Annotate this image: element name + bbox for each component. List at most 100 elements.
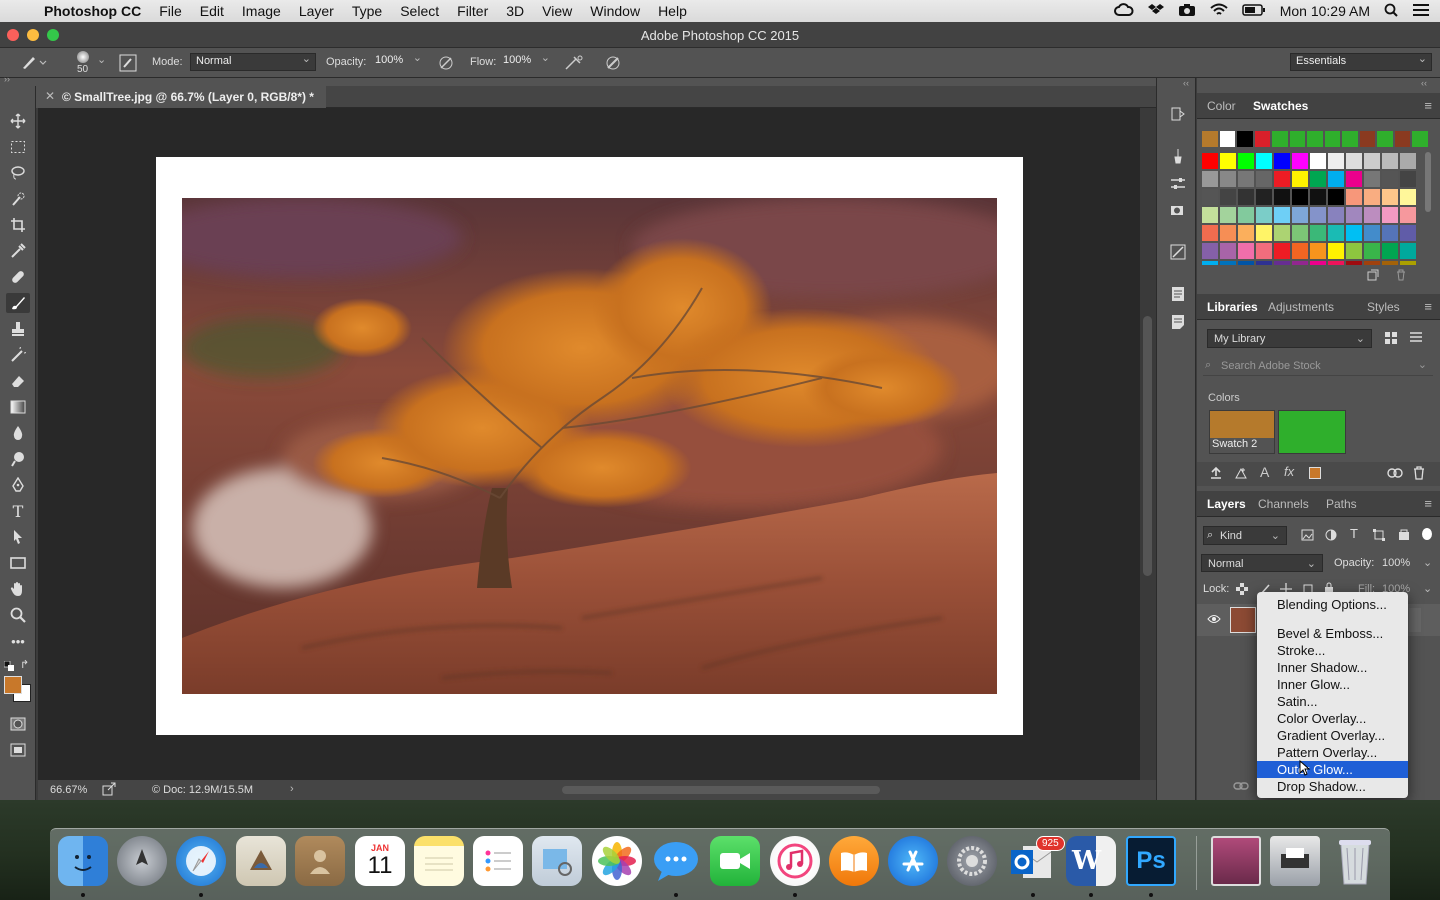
menu-item-gradient-overlay[interactable]: Gradient Overlay... [1257, 727, 1408, 744]
menu-item-inner-glow[interactable]: Inner Glow... [1257, 676, 1408, 693]
notes-panel-icon[interactable] [1169, 314, 1187, 332]
camera-icon[interactable] [1178, 3, 1196, 20]
layer-blend-mode-select[interactable]: Normal ⌄ [1201, 554, 1323, 572]
document-canvas[interactable] [156, 157, 1023, 735]
menu-item-color-overlay[interactable]: Color Overlay... [1257, 710, 1408, 727]
layer-kind-filter[interactable]: ⌕ Kind ⌄ [1203, 526, 1287, 545]
link-layers-icon[interactable] [1233, 780, 1249, 794]
layer-visibility-eye-icon[interactable] [1207, 613, 1221, 627]
brush-panel-toggle-icon[interactable] [119, 54, 137, 75]
gradient-tool-icon[interactable] [6, 397, 30, 417]
menu-file[interactable]: File [159, 3, 182, 19]
system-preferences-icon[interactable] [947, 836, 997, 886]
swatch[interactable] [1271, 130, 1289, 148]
photos-icon[interactable] [592, 836, 642, 886]
tab-layers[interactable]: Layers [1207, 497, 1246, 511]
history-brush-tool-icon[interactable] [6, 345, 30, 365]
trash-icon[interactable] [1330, 836, 1380, 886]
crop-tool-icon[interactable] [6, 215, 30, 235]
grid-view-icon[interactable] [1384, 331, 1398, 348]
ibooks-icon[interactable] [829, 836, 879, 886]
swatch[interactable] [1253, 130, 1272, 148]
menu-select[interactable]: Select [400, 3, 439, 19]
zoom-tool-icon[interactable] [6, 605, 30, 625]
finder-icon[interactable] [58, 836, 108, 886]
new-swatch-icon[interactable] [1367, 269, 1379, 284]
menu-window[interactable]: Window [590, 3, 640, 19]
brush-tool-icon[interactable] [6, 293, 30, 313]
opacity-field[interactable]: 100% [370, 51, 426, 71]
swatch[interactable] [1201, 130, 1219, 148]
horizontal-scroll-thumb[interactable] [562, 786, 880, 794]
menu-item-satin[interactable]: Satin... [1257, 693, 1408, 710]
menu-filter[interactable]: Filter [457, 3, 488, 19]
clone-stamp-tool-icon[interactable] [6, 319, 30, 339]
panel-menu-icon[interactable]: ≡ [1424, 496, 1432, 511]
list-view-icon[interactable] [1409, 331, 1423, 348]
collapse-panels-icon[interactable]: ‹‹ [1183, 78, 1189, 88]
blur-tool-icon[interactable] [6, 423, 30, 443]
app-menu[interactable]: Photoshop CC [44, 3, 141, 19]
tab-swatches[interactable]: Swatches [1253, 99, 1308, 113]
default-colors-icon[interactable] [3, 660, 14, 674]
filter-toggle-icon[interactable] [1422, 528, 1432, 540]
rectangle-tool-icon[interactable] [6, 553, 30, 573]
filter-pixel-layers-icon[interactable] [1301, 529, 1314, 544]
eraser-tool-icon[interactable] [6, 371, 30, 391]
menu-item-outer-glow[interactable]: Outer Glow... [1257, 761, 1408, 778]
creative-cloud-sync-icon[interactable] [1387, 466, 1403, 483]
tab-adjustments[interactable]: Adjustments [1268, 300, 1334, 314]
swatch[interactable] [1341, 130, 1359, 148]
dodge-tool-icon[interactable] [6, 449, 30, 469]
brush-tool-preset-icon[interactable] [20, 53, 48, 74]
pressure-opacity-icon[interactable] [437, 54, 455, 75]
move-tool-icon[interactable] [6, 111, 30, 131]
preview-icon[interactable] [532, 836, 582, 886]
messages-icon[interactable] [651, 836, 701, 886]
swap-colors-icon[interactable]: ↱ [20, 658, 29, 671]
layer-opacity-value[interactable]: 100% [1382, 557, 1410, 569]
filter-adjustment-layers-icon[interactable] [1325, 529, 1337, 544]
menu-view[interactable]: View [542, 3, 572, 19]
zoom-level[interactable]: 66.67% [50, 784, 87, 796]
mode-select[interactable]: Normal [190, 52, 316, 71]
quick-mask-icon[interactable] [6, 714, 30, 734]
swatch[interactable] [1376, 130, 1394, 148]
menu-3d[interactable]: 3D [506, 3, 524, 19]
safari-icon[interactable] [176, 836, 226, 886]
delete-library-item-icon[interactable] [1413, 466, 1425, 483]
reminders-icon[interactable] [473, 836, 523, 886]
marquee-tool-icon[interactable] [6, 137, 30, 157]
photoshop-icon[interactable]: Ps [1126, 836, 1176, 886]
filter-shape-layers-icon[interactable] [1373, 529, 1385, 544]
notification-center-icon[interactable] [1412, 3, 1430, 20]
menu-type[interactable]: Type [352, 3, 382, 19]
screen-mode-icon[interactable] [6, 740, 30, 760]
workspace-switcher[interactable]: Essentials [1290, 52, 1432, 71]
itunes-icon[interactable] [770, 836, 820, 886]
add-graphic-icon[interactable] [1234, 466, 1248, 483]
swatch[interactable] [1323, 130, 1342, 148]
flow-field[interactable]: 100% [498, 51, 554, 71]
swatches-scroll-thumb[interactable] [1425, 152, 1431, 212]
menu-item-blending-options[interactable]: Blending Options... [1257, 596, 1408, 613]
menu-item-bevel-emboss[interactable]: Bevel & Emboss... [1257, 625, 1408, 642]
chevron-down-icon[interactable]: ⌄ [1423, 582, 1432, 595]
healing-brush-tool-icon[interactable] [6, 267, 30, 287]
add-foreground-color-icon[interactable] [1309, 467, 1321, 479]
close-document-icon[interactable]: ✕ [45, 89, 55, 103]
contacts-icon[interactable] [295, 836, 345, 886]
notes-icon[interactable] [414, 836, 464, 886]
delete-swatch-icon[interactable] [1395, 269, 1407, 284]
creative-cloud-icon[interactable] [1113, 2, 1134, 20]
tab-styles[interactable]: Styles [1367, 300, 1400, 314]
filter-type-layers-icon[interactable]: T [1350, 526, 1358, 541]
add-layer-style-icon[interactable]: fx [1284, 464, 1294, 479]
lasso-tool-icon[interactable] [6, 163, 30, 183]
add-character-style-icon[interactable]: A [1260, 464, 1269, 480]
type-tool-icon[interactable]: T [6, 501, 30, 521]
status-menu-chevron-icon[interactable]: › [290, 783, 294, 795]
upload-icon[interactable] [1209, 466, 1223, 483]
pressure-size-icon[interactable] [604, 54, 622, 75]
stock-search-input[interactable]: ⌕ Search Adobe Stock ⌄ [1203, 358, 1433, 376]
